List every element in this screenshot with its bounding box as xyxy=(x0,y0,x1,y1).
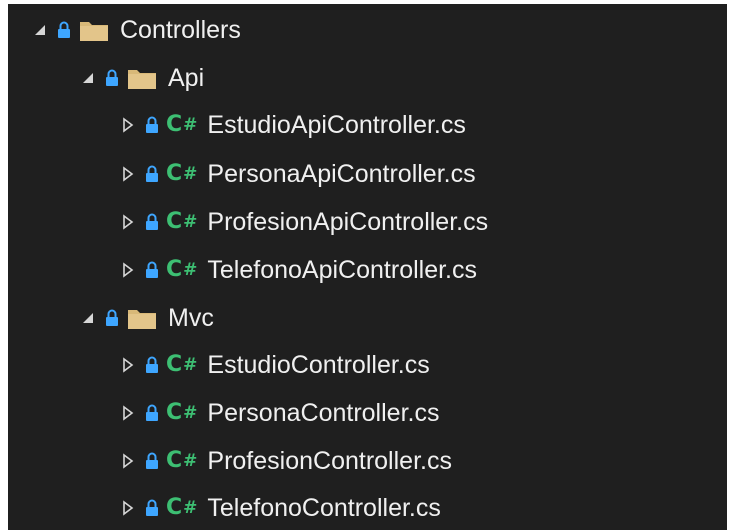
csharp-file-icon: C # xyxy=(166,257,198,282)
tree-item-estudioapicontroller-file[interactable]: C # EstudioApiController.cs xyxy=(118,103,466,147)
lock-icon xyxy=(102,306,122,330)
tree-item-api-folder[interactable]: Api xyxy=(78,56,204,100)
collapsed-triangle-icon[interactable] xyxy=(118,403,138,423)
tree-item-personacontroller-file[interactable]: C # PersonaController.cs xyxy=(118,391,439,435)
collapsed-triangle-icon[interactable] xyxy=(118,115,138,135)
tree-item-mvc-folder[interactable]: Mvc xyxy=(78,296,214,340)
tree-item-label: PersonaController.cs xyxy=(207,398,440,427)
folder-icon xyxy=(126,305,158,331)
collapsed-triangle-icon[interactable] xyxy=(118,355,138,375)
tree-item-label: TelefonoController.cs xyxy=(207,493,441,522)
tree-item-label: Controllers xyxy=(120,15,241,44)
folder-icon xyxy=(78,17,110,43)
tree-item-label: Mvc xyxy=(168,303,214,332)
tree-item-estudiocontroller-file[interactable]: C # EstudioController.cs xyxy=(118,343,430,387)
tree-item-label: ProfesionApiController.cs xyxy=(207,207,489,236)
collapsed-triangle-icon[interactable] xyxy=(118,260,138,280)
lock-icon xyxy=(142,162,162,186)
tree-item-label: EstudioApiController.cs xyxy=(207,110,466,139)
expanded-triangle-icon[interactable] xyxy=(30,20,50,40)
csharp-file-icon: C # xyxy=(166,400,198,425)
lock-icon xyxy=(142,401,162,425)
tree-item-personaapicontroller-file[interactable]: C # PersonaApiController.cs xyxy=(118,152,476,196)
lock-icon xyxy=(54,18,74,42)
csharp-file-icon: C # xyxy=(166,209,198,234)
tree-item-telefonocontroller-file[interactable]: C # TelefonoController.cs xyxy=(118,486,441,530)
lock-icon xyxy=(142,496,162,520)
lock-icon xyxy=(102,66,122,90)
expanded-triangle-icon[interactable] xyxy=(78,68,98,88)
csharp-file-icon: C # xyxy=(166,448,198,473)
tree-item-label: ProfesionController.cs xyxy=(207,446,452,475)
lock-icon xyxy=(142,353,162,377)
csharp-file-icon: C # xyxy=(166,352,198,377)
collapsed-triangle-icon[interactable] xyxy=(118,212,138,232)
collapsed-triangle-icon[interactable] xyxy=(118,451,138,471)
solution-explorer-tree: Controllers Api C # EstudioApiController.… xyxy=(8,4,727,530)
csharp-file-icon: C # xyxy=(166,161,198,186)
csharp-file-icon: C # xyxy=(166,112,198,137)
tree-item-profesioncontroller-file[interactable]: C # ProfesionController.cs xyxy=(118,439,452,483)
tree-item-telefonoapicontroller-file[interactable]: C # TelefonoApiController.cs xyxy=(118,248,477,292)
tree-item-label: Api xyxy=(168,63,205,92)
collapsed-triangle-icon[interactable] xyxy=(118,498,138,518)
lock-icon xyxy=(142,210,162,234)
csharp-file-icon: C # xyxy=(166,495,198,520)
tree-item-controllers-folder[interactable]: Controllers xyxy=(30,8,241,52)
lock-icon xyxy=(142,113,162,137)
collapsed-triangle-icon[interactable] xyxy=(118,164,138,184)
tree-item-profesionapicontroller-file[interactable]: C # ProfesionApiController.cs xyxy=(118,200,488,244)
tree-item-label: TelefonoApiController.cs xyxy=(207,255,477,284)
folder-icon xyxy=(126,65,158,91)
tree-item-label: EstudioController.cs xyxy=(207,350,430,379)
expanded-triangle-icon[interactable] xyxy=(78,308,98,328)
lock-icon xyxy=(142,258,162,282)
lock-icon xyxy=(142,449,162,473)
tree-item-label: PersonaApiController.cs xyxy=(207,159,476,188)
